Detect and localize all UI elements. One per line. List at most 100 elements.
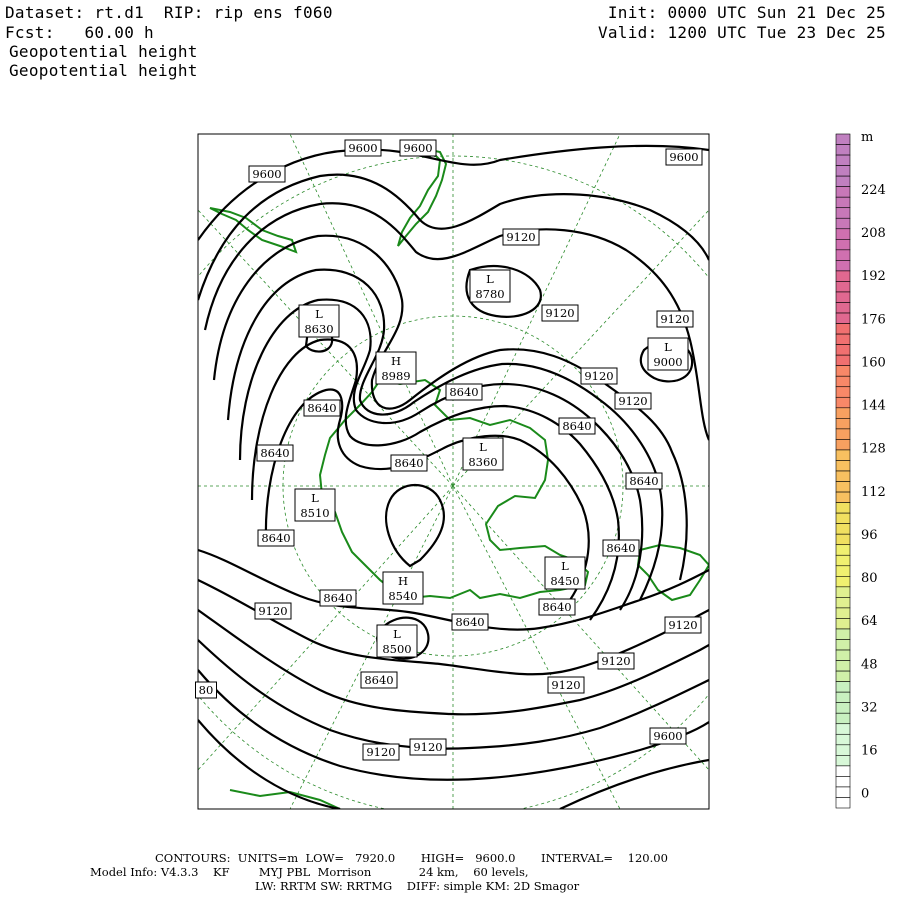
colorbar-cell [835,607,851,619]
contour-label: 9120 [547,676,585,694]
svg-text:8640: 8640 [542,600,571,614]
center-symbol: L [479,440,487,454]
svg-text:9120: 9120 [551,678,580,692]
center-value: 8500 [382,642,411,656]
center-value: 8780 [475,287,504,301]
contour-label: 8640 [602,539,640,557]
contour-label: 8640 [360,671,398,689]
colorbar-label: 160 [861,355,886,370]
center-symbol: L [315,307,323,321]
svg-text:9600: 9600 [669,150,698,164]
colorbar-cell [835,302,851,314]
colorbar-cell [835,260,851,272]
colorbar-cell [835,196,851,209]
svg-text:80: 80 [199,683,214,697]
svg-text:9120: 9120 [413,740,442,754]
colorbar-cell [835,765,851,777]
colorbar-cell [835,449,851,461]
colorbar-cell [835,418,851,430]
colorbar-cell [835,512,851,524]
colorbar-cell [835,386,851,398]
colorbar-cell [835,618,851,630]
colorbar-label: 128 [861,442,886,457]
colorbar-cell [835,428,851,440]
colorbar-label: 208 [861,226,886,241]
colorbar-cell [835,323,851,335]
svg-text:9120: 9120 [366,745,395,759]
colorbar-cell [835,439,851,451]
colorbar-label: 176 [861,312,886,327]
contour-label: 8640 [303,399,341,417]
contour-label: 80 [195,681,217,699]
low-center: L8510 [294,488,336,522]
contour-label: 9120 [664,616,702,634]
svg-text:8640: 8640 [261,531,290,545]
colorbar-cell [835,649,851,661]
center-symbol: H [398,574,408,588]
colorbar-cell [835,755,851,767]
center-value: 8510 [300,506,329,520]
colorbar-cell [835,786,851,798]
low-center: L8780 [469,269,511,303]
contour-label: 9600 [665,148,703,166]
map-content [198,134,709,809]
svg-text:9600: 9600 [403,141,432,155]
colorbar-cell [835,186,851,198]
contour-info: CONTOURS: UNITS=m LOW= 7920.0 HIGH= 9600… [155,851,668,865]
colorbar-label: 192 [861,269,886,284]
colorbar-cell [835,733,851,746]
colorbar-label: 48 [861,657,878,672]
colorbar-cell [835,460,851,472]
colorbar-cell [835,712,851,725]
center-symbol: H [391,354,401,368]
colorbar-cell [835,228,851,240]
svg-text:8640: 8640 [562,419,591,433]
colorbar-cell [835,154,851,166]
colorbar-cell [835,565,851,577]
center-symbol: L [311,491,319,505]
contour-label: 9600 [344,139,382,157]
colorbar-cell [835,239,851,251]
contour-label: 8640 [558,417,596,435]
contour-label: 9120 [502,228,540,246]
low-center: L8630 [298,304,340,338]
center-value: 8360 [468,455,497,469]
colorbar-cell [835,554,851,567]
low-center: L9000 [647,337,689,371]
svg-text:8640: 8640 [260,446,289,460]
colorbar-cell [835,481,851,493]
colorbar [835,133,851,809]
colorbar-cell [835,533,851,546]
low-center: L8500 [376,624,418,658]
center-value: 8450 [550,574,579,588]
colorbar-label: 112 [861,485,886,500]
contour-label: 9120 [541,304,579,322]
contour-label: 9120 [656,310,694,328]
colorbar-cell [835,628,851,640]
model-info: Model Info: V4.3.3 KF MYJ PBL Morrison 2… [90,865,529,879]
colorbar-cell [835,312,851,324]
svg-text:8640: 8640 [449,385,478,399]
colorbar-cell [835,165,851,177]
contour-label: 8640 [319,589,357,607]
svg-text:9600: 9600 [348,141,377,155]
center-value: 8540 [388,589,417,603]
physics-info: LW: RRTM SW: RRTMG DIFF: simple KM: 2D S… [255,879,580,893]
svg-text:9120: 9120 [601,654,630,668]
svg-text:9120: 9120 [258,604,287,618]
colorbar-cell [835,407,851,419]
svg-text:8640: 8640 [629,474,658,488]
svg-text:9120: 9120 [506,230,535,244]
colorbar-cell [835,207,851,219]
contour-label: 8640 [625,472,663,490]
colorbar-cell [835,776,851,788]
high-center: H8989 [375,351,417,385]
colorbar-cell [835,586,851,598]
colorbar-label: 64 [861,614,878,629]
contour-label: 9600 [649,727,687,745]
colorbar-cell [835,144,851,156]
contour-label: 9120 [597,652,635,670]
svg-text:9600: 9600 [252,167,281,181]
colorbar-cell [835,291,851,303]
center-value: 8989 [381,369,410,383]
